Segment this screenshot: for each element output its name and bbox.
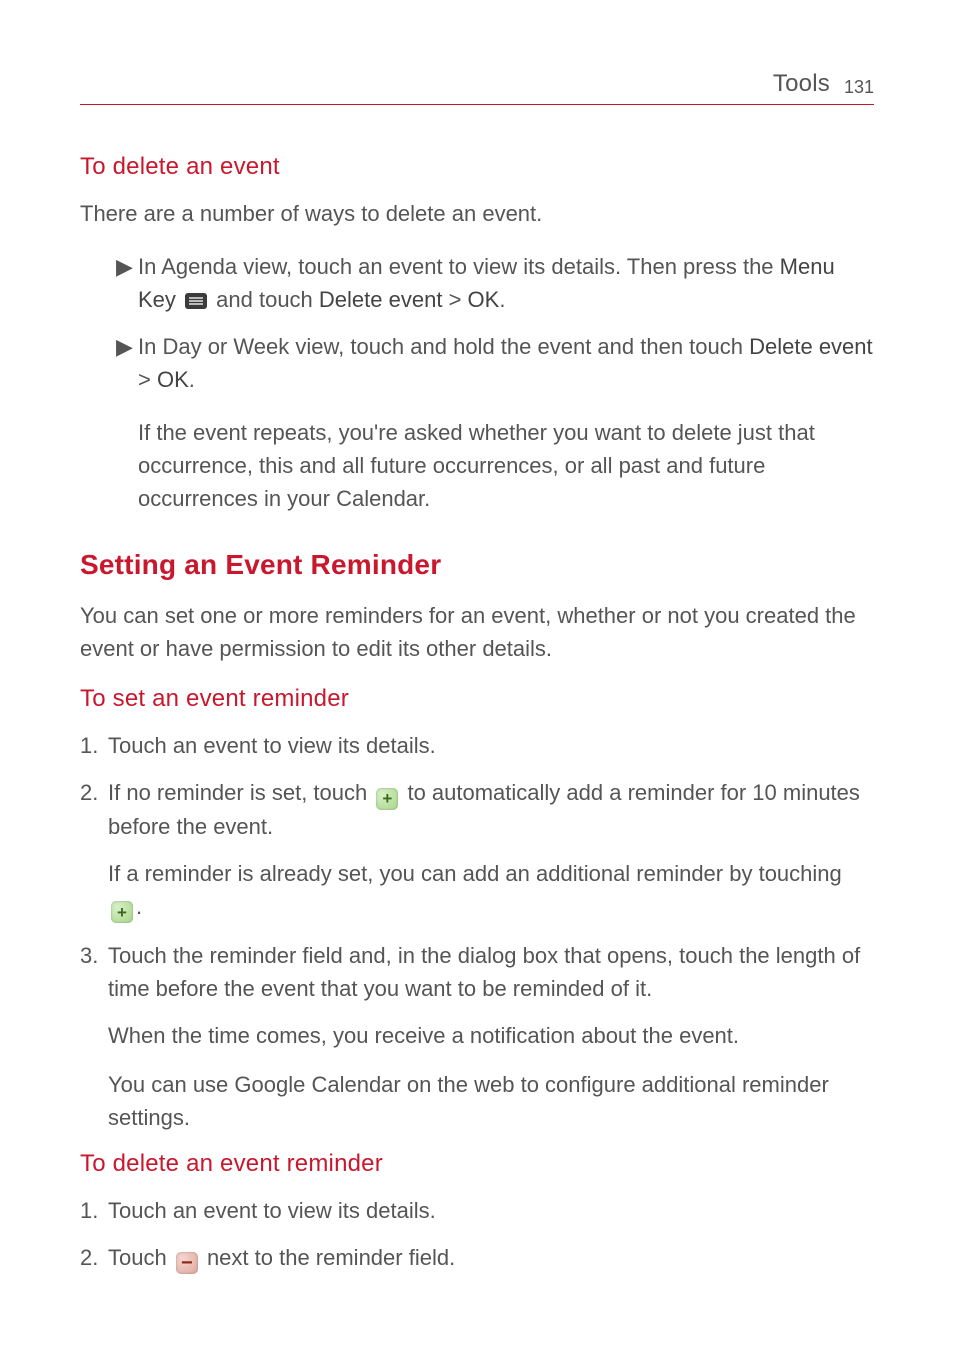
list-item: 2. If no reminder is set, touch to autom… xyxy=(80,776,874,843)
step-number: 3. xyxy=(80,939,108,1005)
text-fragment: In Agenda view, touch an event to view i… xyxy=(138,254,780,279)
plus-icon xyxy=(111,901,133,923)
text-fragment: > xyxy=(138,367,157,392)
bullet-arrow-icon: ▶ xyxy=(116,330,138,396)
heading-setting-reminder: Setting an Event Reminder xyxy=(80,549,874,581)
setting-reminder-intro: You can set one or more reminders for an… xyxy=(80,599,874,665)
text-fragment: . xyxy=(499,287,505,312)
text-fragment: and touch xyxy=(210,287,319,312)
text-fragment: If no reminder is set, touch xyxy=(108,780,373,805)
plus-icon xyxy=(376,788,398,810)
step-text: Touch next to the reminder field. xyxy=(108,1241,874,1274)
text-fragment: next to the reminder field. xyxy=(201,1245,455,1270)
list-item: 1. Touch an event to view its details. xyxy=(80,1194,874,1227)
minus-icon xyxy=(176,1252,198,1274)
menu-key-icon xyxy=(185,293,207,309)
delete-reminder-steps: 1. Touch an event to view its details. 2… xyxy=(80,1194,874,1274)
bullet-text: In Agenda view, touch an event to view i… xyxy=(138,250,874,316)
set-reminder-steps: 1. Touch an event to view its details. 2… xyxy=(80,729,874,843)
set-reminder-notify-note: When the time comes, you receive a notif… xyxy=(108,1019,874,1052)
bullet-arrow-icon: ▶ xyxy=(116,250,138,316)
step-number: 2. xyxy=(80,1241,108,1274)
delete-event-repeats-note: If the event repeats, you're asked wheth… xyxy=(138,416,874,515)
list-item: 1. Touch an event to view its details. xyxy=(80,729,874,762)
heading-delete-event: To delete an event xyxy=(80,153,874,181)
set-reminder-steps-cont: 3. Touch the reminder field and, in the … xyxy=(80,939,874,1005)
bullet-text: In Day or Week view, touch and hold the … xyxy=(138,330,874,396)
step-text: Touch an event to view its details. xyxy=(108,729,874,762)
step-text: Touch an event to view its details. xyxy=(108,1194,874,1227)
heading-delete-reminder: To delete an event reminder xyxy=(80,1150,874,1178)
text-fragment: . xyxy=(136,894,142,919)
step-number: 2. xyxy=(80,776,108,843)
text-fragment: In Day or Week view, touch and hold the … xyxy=(138,334,749,359)
text-fragment: Touch xyxy=(108,1245,173,1270)
ok-label: OK xyxy=(468,287,500,312)
header-section-name: Tools xyxy=(773,70,830,98)
heading-set-reminder: To set an event reminder xyxy=(80,685,874,713)
text-fragment: . xyxy=(189,367,195,392)
step-text: If no reminder is set, touch to automati… xyxy=(108,776,874,843)
list-item: 2. Touch next to the reminder field. xyxy=(80,1241,874,1274)
header-page-number: 131 xyxy=(844,77,874,98)
text-fragment: > xyxy=(442,287,467,312)
set-reminder-subnote: If a reminder is already set, you can ad… xyxy=(108,857,874,924)
delete-event-label: Delete event xyxy=(749,334,873,359)
list-item: ▶ In Agenda view, touch an event to view… xyxy=(116,250,874,316)
delete-event-bullets: ▶ In Agenda view, touch an event to view… xyxy=(80,250,874,396)
delete-event-label: Delete event xyxy=(319,287,443,312)
page-header: Tools 131 xyxy=(80,70,874,105)
delete-event-intro: There are a number of ways to delete an … xyxy=(80,197,874,230)
text-fragment: If a reminder is already set, you can ad… xyxy=(108,861,842,886)
step-text: Touch the reminder field and, in the dia… xyxy=(108,939,874,1005)
step-number: 1. xyxy=(80,1194,108,1227)
set-reminder-google-note: You can use Google Calendar on the web t… xyxy=(108,1068,874,1134)
list-item: 3. Touch the reminder field and, in the … xyxy=(80,939,874,1005)
ok-label: OK xyxy=(157,367,189,392)
step-number: 1. xyxy=(80,729,108,762)
list-item: ▶ In Day or Week view, touch and hold th… xyxy=(116,330,874,396)
page: Tools 131 To delete an event There are a… xyxy=(0,0,954,1372)
